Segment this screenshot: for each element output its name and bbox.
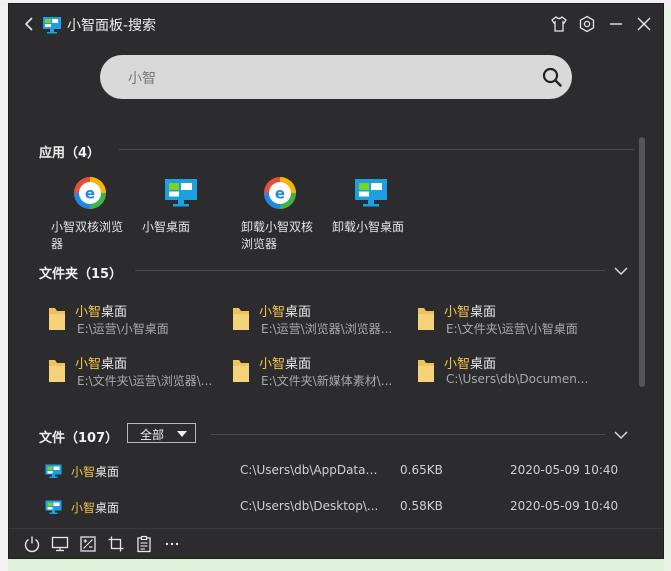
app-item[interactable]: 小智桌面 — [138, 176, 224, 236]
svg-text:e: e — [85, 185, 95, 203]
file-row[interactable]: 小智桌面 C:\Users\db\Desktop\... 0.58KB 2020… — [9, 494, 639, 524]
file-name: 小智桌面 — [71, 501, 120, 515]
search-window: 小智面板-搜索 应用（4） e — [8, 3, 664, 559]
divider — [211, 434, 605, 435]
browser-icon: e — [74, 177, 106, 209]
background-edge — [0, 6, 8, 571]
desktop-app-icon — [45, 500, 62, 514]
folder-name: 小智桌面 — [444, 305, 497, 320]
folder-item[interactable]: 小智桌面 C:\Users\db\Documen... — [416, 353, 596, 393]
calculator-icon[interactable] — [79, 535, 97, 553]
folder-path: C:\Users\db\Documen... — [446, 372, 589, 386]
window-title: 小智面板-搜索 — [67, 18, 157, 34]
folder-path: E:\文件夹\运营\小智桌面 — [446, 322, 578, 336]
app-logo-icon — [43, 17, 61, 34]
file-path: C:\Users\db\AppData\R... — [240, 463, 380, 477]
search-icon[interactable] — [542, 67, 562, 87]
folder-item[interactable]: 小智桌面 E:\文件夹\运营\小智桌面 — [416, 301, 596, 341]
power-icon[interactable] — [23, 535, 41, 553]
file-date: 2020-05-09 10:40 — [510, 463, 619, 477]
folder-item[interactable]: 小智桌面 E:\运营\小智桌面 — [47, 301, 227, 341]
file-name: 小智桌面 — [71, 465, 120, 479]
monitor-icon[interactable] — [51, 535, 69, 553]
folder-item[interactable]: 小智桌面 E:\文件夹\运营\浏览器\... — [47, 353, 227, 393]
folder-name: 小智桌面 — [75, 305, 128, 320]
app-item[interactable]: e 卸载小智双核浏览器 — [237, 176, 323, 253]
app-label: 卸载小智双核浏览器 — [241, 220, 314, 251]
title-bar: 小智面板-搜索 — [9, 4, 663, 44]
file-row[interactable]: 小智桌面 C:\Users\db\AppData\R... 0.65KB 202… — [9, 458, 639, 488]
folder-icon — [233, 308, 249, 330]
file-size: 0.65KB — [400, 463, 443, 477]
app-item[interactable]: e 小智双核浏览器 — [47, 176, 133, 253]
files-header: 文件（107） — [39, 431, 119, 446]
settings-icon[interactable] — [578, 15, 596, 33]
folder-path: E:\运营\浏览器\浏览器... — [261, 322, 393, 336]
more-icon[interactable] — [163, 535, 181, 553]
folder-icon — [49, 360, 65, 382]
search-bar — [100, 55, 572, 101]
folder-path: E:\文件夹\运营\浏览器\... — [77, 374, 213, 388]
apps-header: 应用（4） — [39, 146, 101, 161]
chevron-down-icon[interactable] — [614, 266, 628, 276]
minimize-icon[interactable] — [607, 15, 625, 33]
divider — [135, 270, 605, 271]
search-input[interactable] — [126, 55, 530, 101]
file-size: 0.58KB — [400, 499, 443, 513]
folders-header: 文件夹（15） — [39, 267, 123, 282]
browser-icon: e — [264, 177, 296, 209]
desktop-app-icon — [165, 179, 197, 207]
folder-name: 小智桌面 — [444, 357, 497, 372]
folder-name: 小智桌面 — [75, 357, 128, 372]
chevron-down-icon[interactable] — [614, 430, 628, 440]
folder-item[interactable]: 小智桌面 E:\文件夹\新媒体素材\... — [231, 353, 411, 393]
close-icon[interactable] — [635, 15, 653, 33]
folder-name: 小智桌面 — [259, 357, 312, 372]
folder-path: E:\运营\小智桌面 — [77, 322, 169, 336]
app-label: 卸载小智桌面 — [332, 220, 405, 234]
folder-icon — [418, 308, 434, 330]
svg-text:e: e — [275, 185, 285, 203]
folder-icon — [233, 360, 249, 382]
file-path: C:\Users\db\Desktop\... — [240, 499, 379, 513]
app-label: 小智双核浏览器 — [51, 220, 124, 251]
back-icon[interactable] — [21, 15, 39, 33]
folder-name: 小智桌面 — [259, 305, 312, 320]
skin-icon[interactable] — [550, 15, 568, 33]
bottom-toolbar — [9, 528, 663, 560]
file-filter-value: 全部 — [140, 428, 165, 442]
folder-path: E:\文件夹\新媒体素材\... — [261, 374, 393, 388]
folder-item[interactable]: 小智桌面 E:\运营\浏览器\浏览器... — [231, 301, 411, 341]
folder-icon — [49, 308, 65, 330]
scrollbar[interactable] — [639, 137, 645, 387]
app-label: 小智桌面 — [142, 220, 191, 234]
crop-icon[interactable] — [107, 535, 125, 553]
desktop-app-icon — [45, 464, 62, 478]
caret-down-icon — [177, 431, 187, 437]
clipboard-icon[interactable] — [135, 535, 153, 553]
desktop-app-icon — [355, 179, 387, 207]
folder-icon — [418, 360, 434, 382]
app-item[interactable]: 卸载小智桌面 — [328, 176, 428, 236]
file-date: 2020-05-09 10:40 — [510, 499, 619, 513]
divider — [119, 149, 634, 150]
file-filter-dropdown[interactable]: 全部 — [127, 423, 196, 443]
background-edge — [664, 6, 671, 571]
